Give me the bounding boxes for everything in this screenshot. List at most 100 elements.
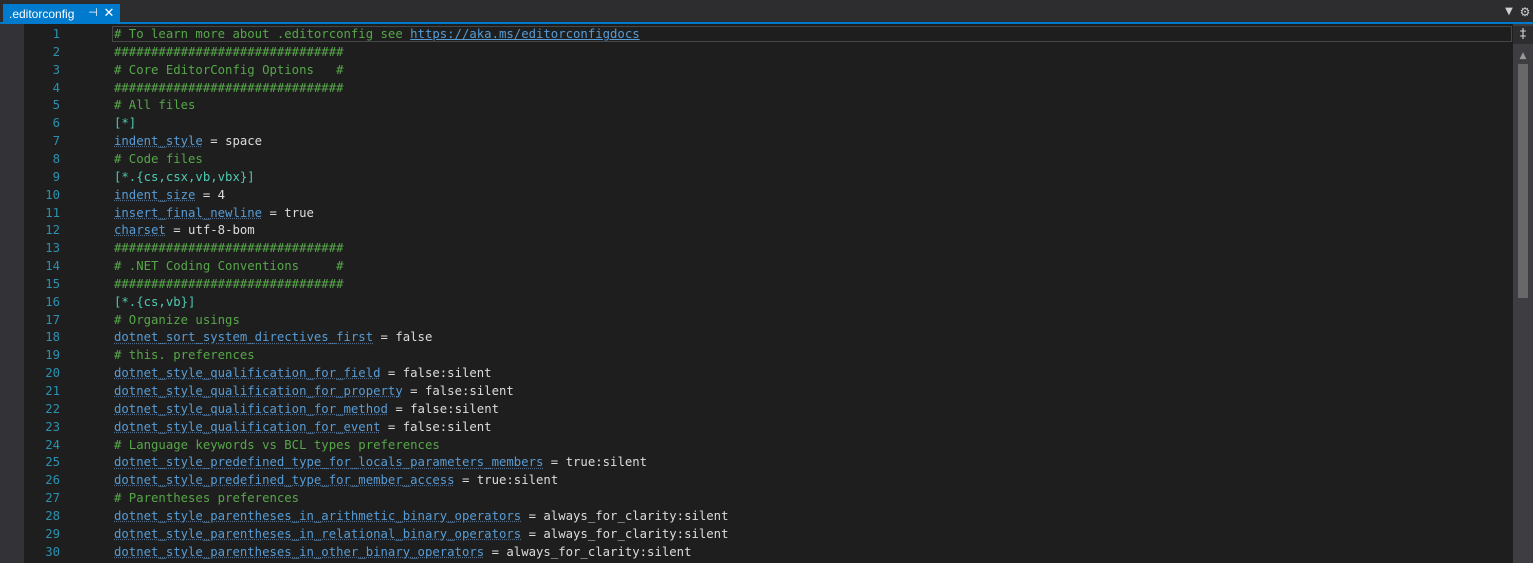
property-value: utf-8-bom — [188, 223, 255, 238]
comment-text: # Core EditorConfig Options # — [114, 62, 344, 77]
comment-text: # All files — [114, 98, 196, 113]
docs-link[interactable]: https://aka.ms/editorconfigdocs — [410, 27, 640, 41]
line-number: 13 — [45, 241, 60, 256]
split-editor-icon[interactable]: ‡ — [1513, 26, 1533, 44]
chevron-down-icon[interactable]: ▼ — [1502, 5, 1516, 19]
comment-text: # To learn more about .editorconfig see — [114, 27, 411, 41]
line-number: 25 — [45, 455, 60, 470]
line-content: # All files — [114, 96, 195, 114]
code-line[interactable]: 19 # this. preferences — [24, 346, 1513, 364]
code-line[interactable]: 16 [*.{cs,vb}] — [24, 293, 1513, 311]
code-line[interactable]: 28 dotnet_style_parentheses_in_arithmetic… — [24, 507, 1513, 525]
property-value: space — [225, 134, 263, 149]
code-line[interactable]: 9 [*.{cs,csx,vb,vbx}] — [24, 168, 1513, 186]
code-line[interactable]: 8 # Code files — [24, 150, 1513, 168]
line-number: 18 — [45, 330, 60, 345]
code-line[interactable]: 13 ############################### — [24, 239, 1513, 257]
comment-text: ############################### — [114, 276, 344, 291]
code-line[interactable]: 12 charset = utf-8-bom — [24, 221, 1513, 239]
scrollbar-thumb[interactable] — [1518, 64, 1528, 298]
line-content: # Code files — [114, 150, 203, 168]
property-key: dotnet_style_qualification_for_property — [114, 384, 403, 398]
line-content: ############################### — [114, 275, 344, 293]
line-content: insert_final_newline = true — [114, 204, 314, 222]
code-line[interactable]: 21 dotnet_style_qualification_for_propert… — [24, 382, 1513, 400]
code-line[interactable]: 24 # Language keywords vs BCL types prefe… — [24, 436, 1513, 454]
indicator-margin — [0, 24, 24, 563]
code-line[interactable]: 26 dotnet_style_predefined_type_for_membe… — [24, 471, 1513, 489]
code-line[interactable]: 5 # All files — [24, 96, 1513, 114]
code-line[interactable]: 15 ############################### — [24, 275, 1513, 293]
line-number: 3 — [52, 62, 60, 77]
line-number: 7 — [52, 134, 60, 149]
line-number: 14 — [45, 259, 60, 274]
line-number: 1 — [52, 27, 60, 41]
code-line[interactable]: 14 # .NET Coding Conventions # — [24, 257, 1513, 275]
property-value: false:silent — [424, 384, 514, 398]
property-key: dotnet_style_qualification_for_method — [114, 401, 388, 416]
equals-sign: = — [373, 330, 396, 345]
line-number: 9 — [52, 169, 60, 184]
property-value: true:silent — [565, 455, 648, 470]
code-line[interactable]: 30 dotnet_style_parentheses_in_other_bina… — [24, 543, 1513, 561]
code-editor[interactable]: 1 # To learn more about .editorconfig see… — [24, 24, 1513, 563]
code-line[interactable]: 11 insert_final_newline = true — [24, 204, 1513, 222]
property-value: false:silent — [402, 419, 492, 434]
property-key: dotnet_style_parentheses_in_other_binary… — [114, 544, 485, 559]
section-header: [*.{cs,vb}] — [114, 294, 196, 309]
line-number: 27 — [45, 491, 60, 506]
code-line[interactable]: 20 dotnet_style_qualification_for_field =… — [24, 364, 1513, 382]
code-line[interactable]: 6 [*] — [24, 114, 1513, 132]
code-line[interactable]: 18 dotnet_sort_system_directives_first = … — [24, 328, 1513, 346]
line-content: [*] — [114, 114, 136, 132]
code-line[interactable]: 17 # Organize usings — [24, 311, 1513, 329]
line-number: 4 — [52, 80, 60, 95]
comment-text: # Organize usings — [114, 312, 240, 327]
line-number: 15 — [45, 276, 60, 291]
equals-sign: = — [262, 205, 285, 220]
equals-sign: = — [380, 419, 403, 434]
line-content: ############################### — [114, 239, 344, 257]
property-key: dotnet_style_qualification_for_field — [114, 366, 381, 381]
code-line[interactable]: 3 # Core EditorConfig Options # — [24, 61, 1513, 79]
equals-sign: = — [521, 508, 544, 523]
property-value: true — [284, 205, 314, 220]
equals-sign: = — [521, 526, 544, 541]
code-line[interactable]: 1 # To learn more about .editorconfig see… — [24, 25, 1513, 43]
code-line[interactable]: 23 dotnet_style_qualification_for_event =… — [24, 418, 1513, 436]
equals-sign: = — [543, 455, 566, 470]
code-line[interactable]: 2 ############################### — [24, 43, 1513, 61]
tab-editorconfig[interactable]: .editorconfig ⊣ ✕ — [3, 4, 120, 23]
tab-strip: .editorconfig ⊣ ✕ ▼ ⚙ — [0, 0, 1533, 24]
line-number: 2 — [52, 44, 60, 59]
equals-sign: = — [387, 401, 411, 416]
comment-text: # this. preferences — [114, 348, 255, 363]
property-value: always_for_clarity:silent — [506, 544, 692, 559]
property-key: indent_size — [114, 187, 196, 202]
code-line[interactable]: 25 dotnet_style_predefined_type_for_local… — [24, 453, 1513, 471]
line-number: 17 — [45, 312, 60, 327]
code-line[interactable]: 29 dotnet_style_parentheses_in_relational… — [24, 525, 1513, 543]
line-number: 6 — [52, 116, 60, 131]
code-line[interactable]: 4 ############################### — [24, 79, 1513, 97]
property-key: indent_style — [114, 134, 203, 149]
code-line[interactable]: 27 # Parentheses preferences — [24, 489, 1513, 507]
line-content: # Parentheses preferences — [114, 489, 299, 507]
property-key: charset — [114, 223, 166, 238]
code-line[interactable]: 10 indent_size = 4 — [24, 186, 1513, 204]
equals-sign: = — [454, 473, 477, 488]
line-content: dotnet_style_parentheses_in_other_binary… — [114, 543, 691, 561]
line-content: ############################### — [114, 79, 344, 97]
line-content: charset = utf-8-bom — [114, 221, 255, 239]
close-icon[interactable]: ✕ — [103, 5, 115, 21]
code-line[interactable]: 22 dotnet_style_qualification_for_method … — [24, 400, 1513, 418]
scroll-up-arrow-icon[interactable]: ▲ — [1513, 50, 1533, 62]
line-content: indent_size = 4 — [114, 186, 225, 204]
line-content: [*.{cs,vb}] — [114, 293, 195, 311]
line-number: 29 — [45, 526, 60, 541]
code-line[interactable]: 7 indent_style = space — [24, 132, 1513, 150]
gear-icon[interactable]: ⚙ — [1518, 5, 1532, 19]
line-number: 12 — [45, 223, 60, 238]
pin-icon[interactable]: ⊣ — [87, 6, 99, 19]
property-value: false:silent — [402, 366, 492, 381]
